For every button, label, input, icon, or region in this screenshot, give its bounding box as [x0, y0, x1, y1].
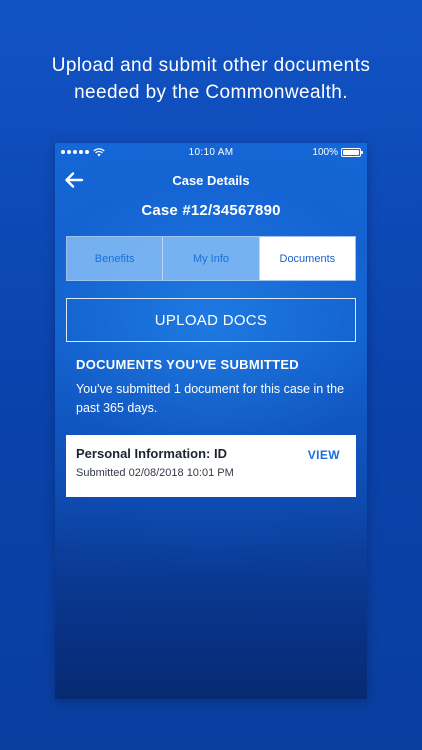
- case-number: Case #12/34567890: [141, 202, 281, 219]
- status-time: 10:10 AM: [188, 146, 234, 158]
- battery-icon: [341, 147, 363, 157]
- tab-documents[interactable]: Documents: [259, 237, 355, 280]
- document-submitted-date: Submitted 02/08/2018 10:01 PM: [76, 467, 234, 479]
- battery-area: 100%: [291, 146, 363, 158]
- tab-my-info[interactable]: My Info: [163, 237, 260, 280]
- phone-screen: 10:10 AM 100% Case Details Case #12/3456…: [55, 143, 367, 699]
- status-bar: 10:10 AM 100%: [55, 143, 367, 161]
- headline-line-2: needed by the Commonwealth.: [74, 82, 348, 103]
- tab-benefits[interactable]: Benefits: [67, 237, 164, 280]
- wifi-icon: [93, 147, 105, 156]
- upload-docs-button[interactable]: UPLOAD DOCS: [66, 298, 356, 342]
- battery-percent: 100%: [312, 146, 338, 158]
- document-name: Personal Information: ID: [76, 446, 227, 461]
- back-arrow-icon[interactable]: [63, 169, 85, 191]
- nav-title: Case Details: [172, 172, 250, 188]
- submitted-section-title: DOCUMENTS YOU'VE SUBMITTED: [76, 357, 299, 372]
- document-card[interactable]: Personal Information: ID Submitted 02/08…: [66, 435, 356, 497]
- navigation-bar: Case Details: [55, 161, 367, 199]
- view-document-link[interactable]: VIEW: [308, 448, 340, 462]
- marketing-headline: Upload and submit other documents needed…: [0, 52, 422, 106]
- tab-bar: Benefits My Info Documents: [66, 236, 356, 281]
- signal-area: [61, 147, 131, 157]
- submitted-section-description: You've submitted 1 document for this cas…: [76, 382, 345, 415]
- signal-icon: [61, 150, 89, 154]
- app-store-screenshot: Upload and submit other documents needed…: [0, 0, 422, 750]
- headline-line-1: Upload and submit other documents: [51, 55, 371, 76]
